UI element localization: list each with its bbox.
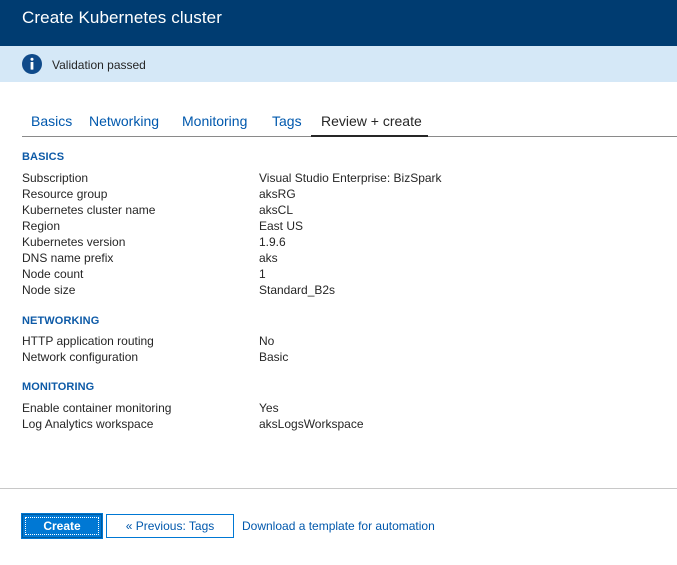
section-heading-networking: NETWORKING (22, 315, 100, 327)
row-label: Resource group (22, 187, 108, 201)
summary-row: Kubernetes version 1.9.6 (22, 235, 662, 251)
section-heading-basics: BASICS (22, 151, 65, 163)
row-value: aks (259, 251, 278, 265)
row-value: aksLogsWorkspace (259, 417, 364, 431)
row-label: Node count (22, 267, 84, 281)
tab-review-create[interactable]: Review + create (321, 113, 422, 129)
row-label: Network configuration (22, 350, 139, 364)
info-icon (22, 54, 42, 74)
row-value: 1 (259, 267, 266, 281)
validation-message: Validation passed (52, 58, 146, 72)
summary-row: Log Analytics workspace aksLogsWorkspace (22, 417, 662, 433)
tab-tags[interactable]: Tags (272, 113, 302, 129)
summary-row: Node size Standard_B2s (22, 283, 662, 299)
row-label: Log Analytics workspace (22, 417, 154, 431)
tab-networking[interactable]: Networking (89, 113, 159, 129)
summary-row: DNS name prefix aks (22, 251, 662, 267)
title-bar: Create Kubernetes cluster (0, 0, 677, 46)
tab-basics[interactable]: Basics (31, 113, 72, 129)
tab-monitoring[interactable]: Monitoring (182, 113, 247, 129)
section-heading-monitoring: MONITORING (22, 381, 95, 393)
row-label: DNS name prefix (22, 251, 114, 265)
summary-row: Node count 1 (22, 267, 662, 283)
row-value: Standard_B2s (259, 283, 336, 297)
row-label: Region (22, 219, 61, 233)
row-value: 1.9.6 (259, 235, 286, 249)
create-button[interactable]: Create (22, 514, 102, 538)
row-value: No (259, 334, 275, 348)
summary-row: HTTP application routing No (22, 334, 662, 350)
download-template-link[interactable]: Download a template for automation (242, 519, 435, 533)
row-label: Kubernetes version (22, 235, 126, 249)
summary-row: Subscription Visual Studio Enterprise: B… (22, 171, 662, 187)
tab-bar: Basics Networking Monitoring Tags Review… (22, 105, 677, 137)
summary-row: Network configuration Basic (22, 350, 662, 366)
row-label: Kubernetes cluster name (22, 203, 156, 217)
row-value: East US (259, 219, 304, 233)
row-label: Enable container monitoring (22, 401, 172, 415)
row-label: Subscription (22, 171, 89, 185)
summary-row: Resource group aksRG (22, 187, 662, 203)
row-value: aksCL (259, 203, 294, 217)
summary-row: Enable container monitoring Yes (22, 401, 662, 417)
row-value: Yes (259, 401, 279, 415)
validation-banner: Validation passed (0, 46, 677, 82)
row-value: Basic (259, 350, 289, 364)
summary-row: Region East US (22, 219, 662, 235)
row-label: Node size (22, 283, 76, 297)
row-value: Visual Studio Enterprise: BizSpark (259, 171, 442, 185)
summary-row: Kubernetes cluster name aksCL (22, 203, 662, 219)
previous-tags-button[interactable]: « Previous: Tags (106, 514, 234, 538)
row-value: aksRG (259, 187, 296, 201)
page-title: Create Kubernetes cluster (22, 8, 222, 27)
active-tab-indicator (311, 135, 428, 137)
footer-divider (0, 488, 677, 489)
row-label: HTTP application routing (22, 334, 154, 348)
